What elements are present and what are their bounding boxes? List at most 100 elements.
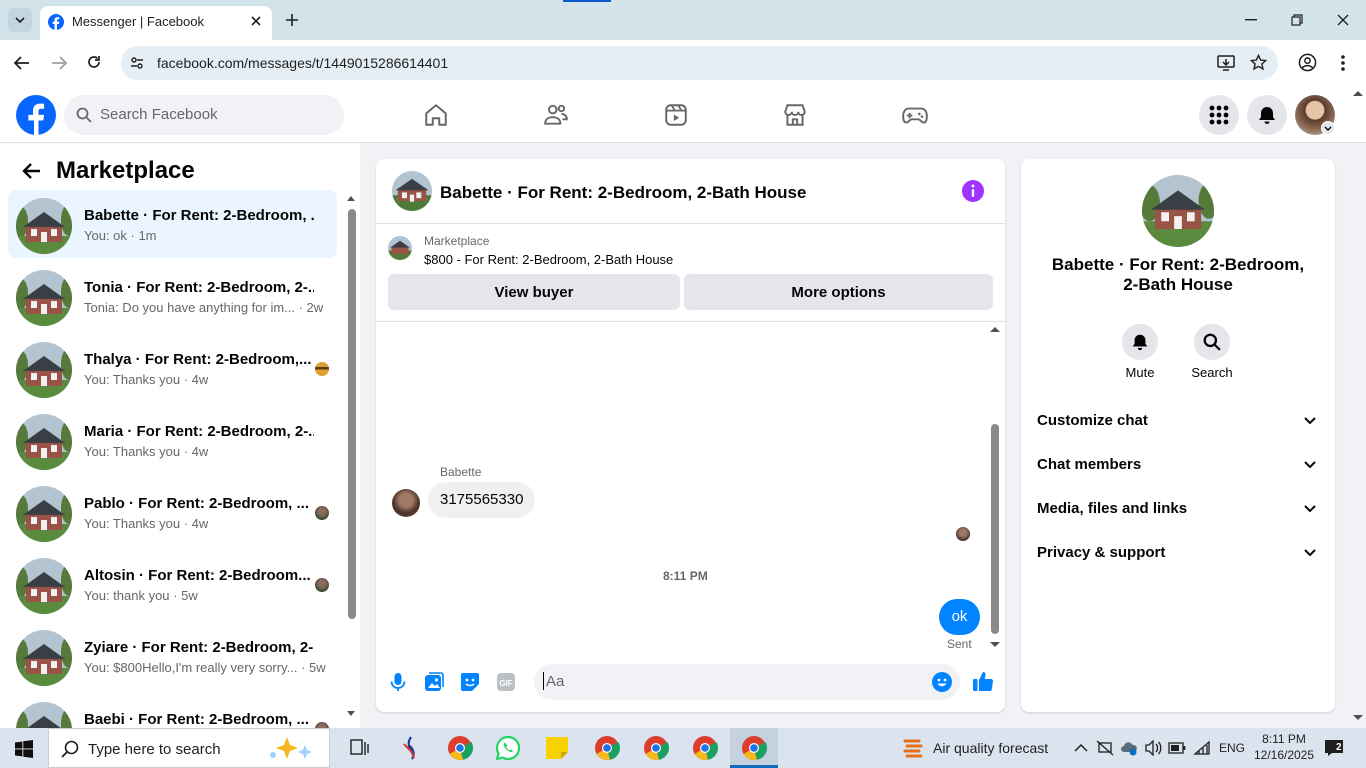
language-indicator[interactable]: ENG bbox=[1219, 741, 1245, 755]
clock-time: 8:11 PM bbox=[1262, 732, 1306, 746]
grid-menu-icon bbox=[1209, 105, 1229, 125]
sent-message[interactable]: ok bbox=[939, 599, 980, 635]
more-options-button[interactable]: More options bbox=[684, 274, 993, 310]
air-quality-icon[interactable] bbox=[903, 737, 923, 761]
view-buyer-button[interactable]: View buyer bbox=[388, 274, 680, 310]
network-disconnected-icon[interactable] bbox=[1096, 740, 1114, 756]
scroll-up-icon[interactable] bbox=[347, 195, 355, 201]
wifi-icon[interactable] bbox=[1193, 740, 1211, 756]
taskbar-chrome-1[interactable] bbox=[445, 733, 475, 763]
sticker-icon[interactable] bbox=[460, 672, 480, 692]
customize-chat-section[interactable]: Customize chat bbox=[1037, 412, 1148, 429]
reload-icon[interactable] bbox=[86, 54, 102, 70]
svg-text:GIF: GIF bbox=[499, 679, 512, 688]
home-icon[interactable] bbox=[423, 102, 449, 128]
install-app-icon[interactable] bbox=[1217, 54, 1235, 71]
mute-button[interactable] bbox=[1122, 324, 1158, 360]
url-text[interactable]: facebook.com/messages/t/1449015286614401 bbox=[157, 55, 448, 71]
taskbar-sticky-notes[interactable] bbox=[542, 733, 572, 763]
microphone-icon[interactable] bbox=[389, 672, 407, 692]
conversation-item[interactable]: Thalya · For Rent: 2-Bedroom,... You: Tha… bbox=[8, 334, 337, 402]
forward-arrow-icon[interactable] bbox=[50, 55, 68, 71]
browser-tab[interactable]: Messenger | Facebook bbox=[40, 6, 272, 40]
show-hidden-icons-icon[interactable] bbox=[1074, 743, 1088, 753]
new-tab-icon[interactable] bbox=[284, 12, 300, 28]
bookmark-star-icon[interactable] bbox=[1250, 54, 1267, 71]
menu-button[interactable] bbox=[1199, 95, 1239, 135]
thumbs-up-icon[interactable] bbox=[972, 670, 994, 692]
back-arrow-icon[interactable] bbox=[13, 55, 31, 71]
chevron-down-icon[interactable] bbox=[1304, 461, 1316, 469]
search-in-chat-button[interactable] bbox=[1194, 324, 1230, 360]
task-view-button[interactable] bbox=[345, 733, 375, 763]
chevron-down-icon[interactable] bbox=[1304, 549, 1316, 557]
conversation-item[interactable]: Baebi · For Rent: 2-Bedroom, ... bbox=[8, 694, 337, 728]
battery-icon[interactable] bbox=[1168, 742, 1186, 754]
scroll-down-icon[interactable] bbox=[347, 711, 355, 717]
conversation-item[interactable]: Maria · For Rent: 2-Bedroom, 2-... You: T… bbox=[8, 406, 337, 474]
emoji-icon[interactable] bbox=[932, 672, 952, 692]
friends-icon[interactable] bbox=[543, 102, 569, 128]
onedrive-icon[interactable] bbox=[1120, 740, 1138, 756]
page-scroll-down-icon[interactable] bbox=[1353, 715, 1363, 721]
media-files-links-section[interactable]: Media, files and links bbox=[1037, 500, 1187, 517]
gaming-icon[interactable] bbox=[901, 102, 929, 128]
info-icon[interactable] bbox=[962, 180, 984, 202]
received-message[interactable]: 3175565330 bbox=[428, 482, 536, 518]
account-menu-button[interactable] bbox=[1321, 121, 1335, 135]
taskbar-chrome-4[interactable] bbox=[690, 733, 720, 763]
close-tab-icon[interactable] bbox=[248, 13, 264, 29]
gif-icon[interactable]: GIF bbox=[496, 672, 516, 692]
volume-icon[interactable] bbox=[1144, 740, 1162, 756]
system-clock[interactable]: 8:11 PM 12/16/2025 bbox=[1252, 731, 1316, 763]
notifications-button[interactable] bbox=[1247, 95, 1287, 135]
mute-label[interactable]: Mute bbox=[1110, 365, 1170, 380]
privacy-support-section[interactable]: Privacy & support bbox=[1037, 544, 1165, 561]
page-scroll-up-icon[interactable] bbox=[1353, 90, 1363, 96]
facebook-search[interactable]: Search Facebook bbox=[64, 95, 344, 135]
taskbar-chrome-5[interactable] bbox=[739, 733, 769, 763]
scroll-thumb[interactable] bbox=[991, 424, 999, 634]
restore-button[interactable] bbox=[1274, 0, 1320, 40]
conversation-item[interactable]: Babette · For Rent: 2-Bedroom, ... You: o… bbox=[8, 190, 337, 258]
conversation-avatar bbox=[16, 558, 72, 614]
conversation-item[interactable]: Altosin · For Rent: 2-Bedroom... You: tha… bbox=[8, 550, 337, 618]
photo-icon[interactable] bbox=[424, 672, 444, 692]
chat-title[interactable]: Babette · For Rent: 2-Bedroom, 2-Bath Ho… bbox=[440, 183, 806, 203]
back-arrow-icon[interactable] bbox=[22, 162, 42, 180]
scroll-thumb[interactable] bbox=[348, 209, 356, 619]
taskbar-chrome-2[interactable] bbox=[592, 733, 622, 763]
taskbar-app-1[interactable] bbox=[396, 733, 426, 763]
chevron-down-icon[interactable] bbox=[1304, 417, 1316, 425]
facebook-logo-icon[interactable] bbox=[16, 95, 56, 135]
restore-icon bbox=[1291, 14, 1303, 26]
profile-icon[interactable] bbox=[1298, 53, 1317, 72]
video-icon[interactable] bbox=[663, 102, 689, 128]
chat-avatar[interactable] bbox=[392, 171, 432, 211]
search-label[interactable]: Search bbox=[1182, 365, 1242, 380]
taskbar-search[interactable]: Type here to search bbox=[48, 728, 330, 768]
chevron-down-icon[interactable] bbox=[1304, 505, 1316, 513]
details-avatar[interactable] bbox=[1142, 175, 1214, 247]
listing-title[interactable]: $800 - For Rent: 2-Bedroom, 2-Bath House bbox=[424, 252, 673, 267]
conversation-scrollbar[interactable] bbox=[347, 195, 356, 717]
chat-scrollbar[interactable] bbox=[990, 326, 1000, 648]
kebab-menu-icon[interactable] bbox=[1340, 54, 1346, 72]
conversation-item[interactable]: Pablo · For Rent: 2-Bedroom, ... You: Tha… bbox=[8, 478, 337, 546]
scroll-up-icon[interactable] bbox=[990, 326, 1000, 332]
taskbar-chrome-3[interactable] bbox=[641, 733, 671, 763]
close-window-button[interactable] bbox=[1320, 0, 1366, 40]
message-input[interactable]: Aa bbox=[534, 664, 960, 700]
taskbar-whatsapp[interactable] bbox=[493, 733, 523, 763]
scroll-down-icon[interactable] bbox=[990, 642, 1000, 648]
conversation-item[interactable]: Tonia · For Rent: 2-Bedroom, 2-... Tonia:… bbox=[8, 262, 337, 330]
chat-members-section[interactable]: Chat members bbox=[1037, 456, 1141, 473]
site-info-icon[interactable] bbox=[129, 55, 145, 71]
weather-widget-text[interactable]: Air quality forecast bbox=[933, 740, 1048, 756]
tab-search-button[interactable] bbox=[8, 8, 32, 32]
sender-avatar[interactable] bbox=[392, 489, 420, 517]
marketplace-icon[interactable] bbox=[782, 102, 808, 128]
minimize-button[interactable] bbox=[1228, 0, 1274, 40]
windows-start-icon[interactable] bbox=[15, 740, 33, 758]
conversation-item[interactable]: Zyiare · For Rent: 2-Bedroom, 2-... You: … bbox=[8, 622, 337, 690]
